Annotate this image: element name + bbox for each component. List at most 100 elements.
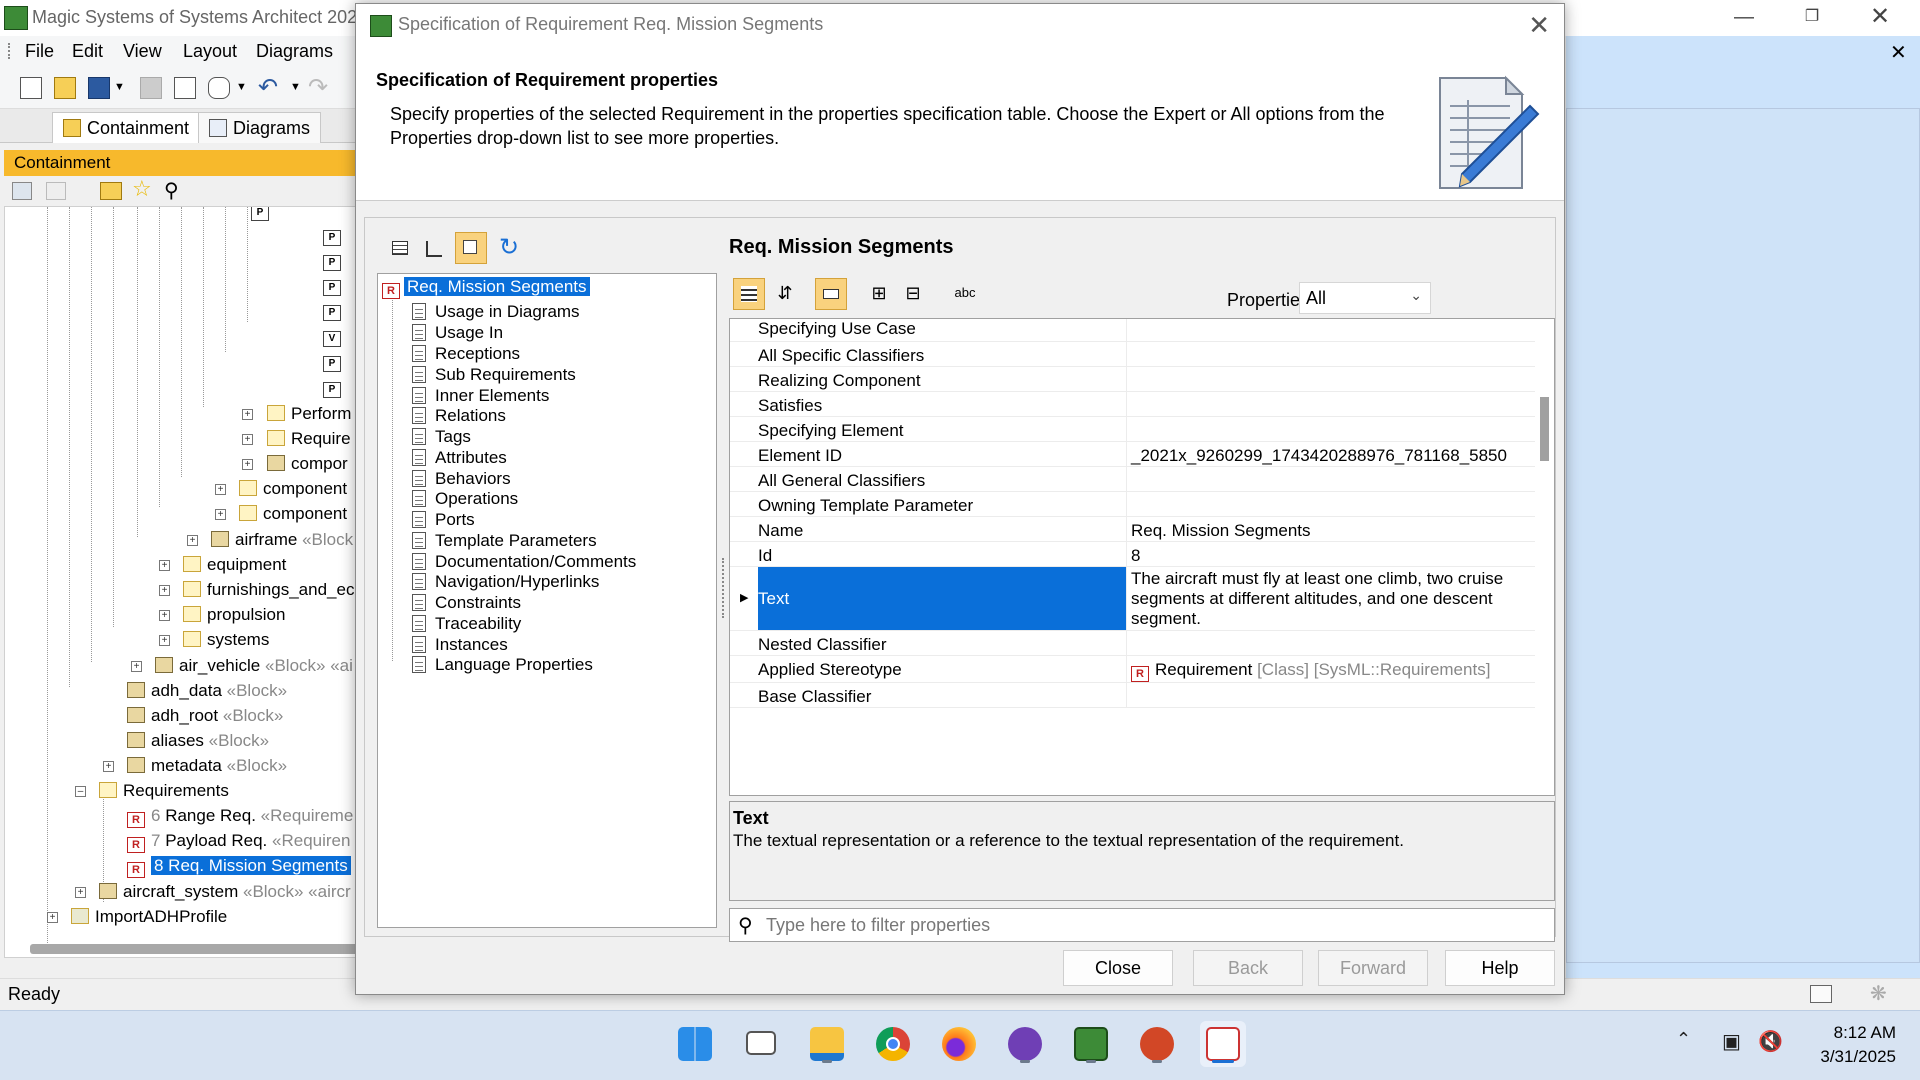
expand-toggle[interactable]: + [159, 610, 170, 621]
property-row[interactable]: Specifying Use Case [730, 319, 1535, 342]
taskview-button[interactable] [738, 1021, 784, 1067]
tree-view-icon[interactable] [417, 232, 449, 264]
property-row[interactable]: Owning Template Parameter [730, 492, 1535, 517]
show-description-icon[interactable] [815, 278, 847, 310]
tree-item-property[interactable]: P [323, 297, 347, 321]
expand-toggle[interactable]: + [103, 761, 114, 772]
tree-item-block[interactable]: air_vehicle «Block» «ai [155, 655, 353, 677]
spell-check-icon[interactable]: abc [949, 278, 981, 310]
open-folder-icon[interactable] [54, 77, 76, 99]
expand-toggle[interactable]: + [242, 459, 253, 470]
menu-layout[interactable]: Layout [183, 41, 237, 62]
taskbar-file-explorer[interactable] [804, 1021, 850, 1067]
properties-scrollbar-thumb[interactable] [1540, 397, 1549, 461]
find-dropdown-icon[interactable]: ▼ [236, 81, 247, 93]
expand-toggle[interactable]: + [159, 635, 170, 646]
nav-item-receptions[interactable]: Receptions [412, 343, 520, 365]
memory-monitor-icon[interactable]: ❋ [1870, 981, 1887, 1006]
minimize-button[interactable]: — [1716, 0, 1772, 34]
tree-item-block[interactable]: compor [267, 453, 348, 475]
nav-item-instances[interactable]: Instances [412, 634, 508, 656]
chevron-up-icon[interactable]: ⌃ [1676, 1029, 1691, 1050]
properties-scrollbar-track[interactable] [1536, 319, 1554, 795]
help-button[interactable]: Help [1445, 950, 1555, 986]
nav-item-sub-requirements[interactable]: Sub Requirements [412, 364, 576, 386]
property-row[interactable]: Id 8 [730, 542, 1535, 567]
expand-toggle[interactable]: + [159, 585, 170, 596]
tree-item-folder[interactable]: component [239, 503, 347, 525]
property-value-text[interactable]: The aircraft must fly at least one climb… [1126, 567, 1535, 630]
tree-item-folder[interactable]: systems [183, 629, 269, 651]
network-icon[interactable]: ▣ [1722, 1029, 1741, 1054]
property-value[interactable]: Req. Mission Segments [1126, 517, 1535, 541]
property-row[interactable]: Specifying Element [730, 417, 1535, 442]
property-row[interactable]: Applied Stereotype R Requirement [Class] … [730, 656, 1535, 683]
property-row[interactable]: Realizing Component [730, 367, 1535, 392]
nav-root-item[interactable]: R Req. Mission Segments [382, 276, 590, 299]
close-diagram-icon[interactable]: ✕ [1890, 40, 1907, 65]
print-icon[interactable] [140, 77, 162, 99]
nav-item-documentation[interactable]: Documentation/Comments [412, 551, 636, 573]
search-icon[interactable]: ⚲ [164, 178, 179, 203]
new-file-icon[interactable] [20, 77, 42, 99]
expand-toggle[interactable]: + [242, 434, 253, 445]
property-value[interactable] [1126, 683, 1535, 707]
nav-item-tags[interactable]: Tags [412, 426, 471, 448]
property-row[interactable]: Element ID _2021x_9260299_1743420288976_7… [730, 442, 1535, 467]
property-value[interactable] [1126, 319, 1535, 341]
expand-toggle[interactable]: + [131, 661, 142, 672]
start-button[interactable] [672, 1021, 718, 1067]
nav-item-template-parameters[interactable]: Template Parameters [412, 530, 597, 552]
property-row-selected[interactable]: ▶ Text The aircraft must fly at least on… [730, 567, 1535, 631]
nav-item-relations[interactable]: Relations [412, 405, 506, 427]
property-row[interactable]: Nested Classifier [730, 631, 1535, 656]
property-row[interactable]: Satisfies [730, 392, 1535, 417]
collapse-all-rows-icon[interactable]: ⊟ [897, 278, 929, 310]
categorized-view-icon[interactable] [733, 278, 765, 310]
tree-item-block[interactable]: adh_data «Block» [127, 680, 287, 702]
nav-item-navigation[interactable]: Navigation/Hyperlinks [412, 571, 599, 593]
forward-button[interactable]: Forward [1318, 950, 1428, 986]
tree-item-property[interactable]: P [323, 348, 347, 372]
close-button[interactable]: Close [1063, 950, 1173, 986]
property-value[interactable] [1126, 417, 1535, 441]
taskbar-powerpoint[interactable] [1134, 1021, 1180, 1067]
property-value[interactable] [1126, 342, 1535, 366]
tree-item-block[interactable]: metadata «Block» [127, 755, 287, 777]
expand-toggle[interactable]: + [215, 509, 226, 520]
menu-diagrams[interactable]: Diagrams [256, 41, 333, 62]
show-selected-icon[interactable] [455, 232, 487, 264]
filter-input[interactable]: ⚲ Type here to filter properties [729, 908, 1555, 942]
nav-item-usage-in[interactable]: Usage In [412, 322, 503, 344]
expand-toggle[interactable]: + [215, 484, 226, 495]
sort-alphabetically-icon[interactable]: ⇵ [769, 278, 801, 310]
property-value[interactable]: _2021x_9260299_1743420288976_781168_5850 [1126, 442, 1535, 466]
property-value[interactable] [1126, 392, 1535, 416]
tree-item-block[interactable]: adh_root «Block» [127, 705, 283, 727]
property-value[interactable] [1126, 367, 1535, 391]
tab-diagrams[interactable]: Diagrams [198, 112, 322, 143]
tree-item-requirements-folder[interactable]: Requirements [99, 780, 229, 802]
menu-view[interactable]: View [123, 41, 162, 62]
restore-button[interactable]: ❐ [1784, 0, 1840, 34]
collapse-toggle[interactable]: – [75, 786, 86, 797]
tree-item-block[interactable]: airframe «Block [211, 529, 353, 551]
list-view-icon[interactable] [383, 232, 415, 264]
nav-item-ports[interactable]: Ports [412, 509, 475, 531]
tree-item-requirement[interactable]: R7 Payload Req. «Requiren [127, 830, 350, 853]
collapse-all-icon[interactable] [12, 182, 32, 200]
property-row[interactable]: Name Req. Mission Segments [730, 517, 1535, 542]
nav-item-traceability[interactable]: Traceability [412, 613, 521, 635]
property-value[interactable] [1126, 492, 1535, 516]
menu-file[interactable]: File [25, 41, 54, 62]
property-value[interactable] [1126, 631, 1535, 655]
expand-toggle[interactable]: + [187, 535, 198, 546]
expand-toggle[interactable]: + [75, 887, 86, 898]
taskbar-snipping-tool[interactable] [1200, 1021, 1246, 1067]
tree-item-folder[interactable]: furnishings_and_ec [183, 579, 354, 601]
volume-muted-icon[interactable]: 🔇 [1758, 1029, 1783, 1054]
expand-toggle[interactable]: + [242, 409, 253, 420]
expand-all-rows-icon[interactable]: ⊞ [863, 278, 895, 310]
nav-item-constraints[interactable]: Constraints [412, 592, 521, 614]
tree-item-folder[interactable]: propulsion [183, 604, 285, 626]
